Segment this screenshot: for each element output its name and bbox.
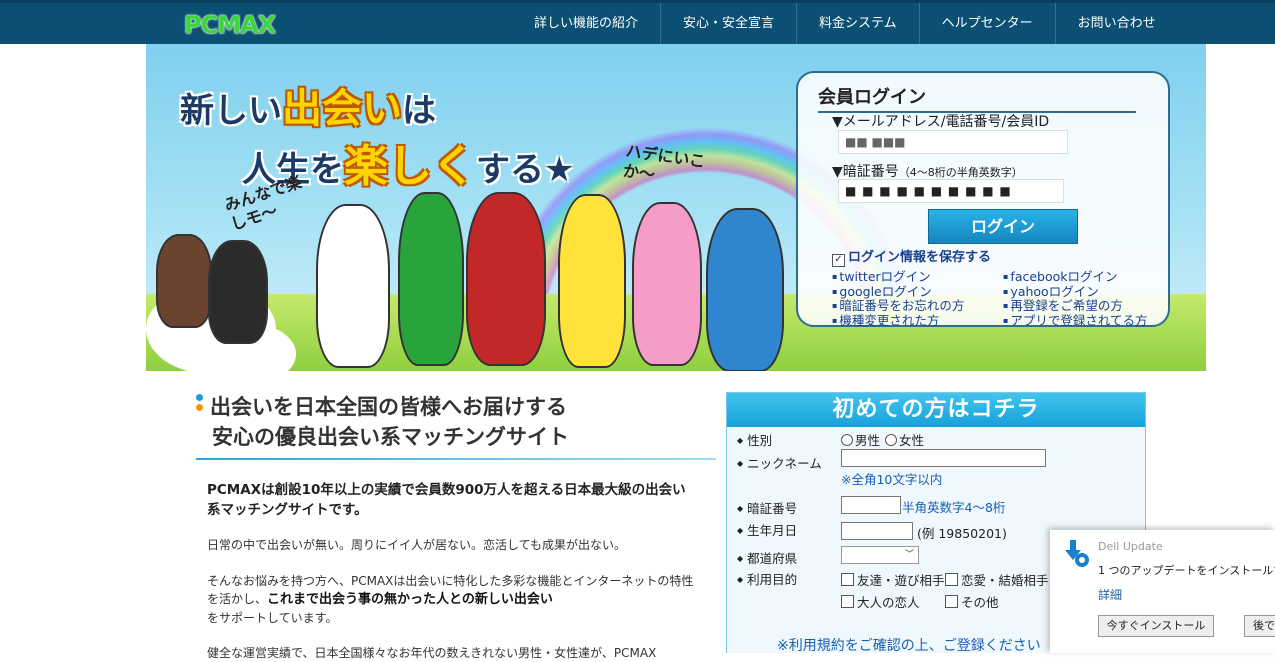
checkbox-icon[interactable] <box>841 573 854 586</box>
site-logo[interactable]: PCMAX <box>184 11 276 39</box>
login-pin-label: ▼暗証番号（4〜8桁の半角英数字） <box>832 161 1023 181</box>
sheep-mascot <box>706 208 784 371</box>
pig-mascot <box>632 202 702 366</box>
remember-login-checkbox[interactable]: ✓ ログイン情報を保存する <box>832 246 991 267</box>
option-label: その他 <box>961 595 999 610</box>
intro-lead: PCMAXは創設10年以上の実績で会員数900万人を超える日本最大級の出会い系マ… <box>207 482 686 518</box>
nav-contact[interactable]: お問い合わせ <box>1054 3 1178 44</box>
nav-features[interactable]: 詳しい機能の紹介 <box>512 3 660 44</box>
birthday-label: 生年月日 <box>737 520 797 539</box>
remember-label: ログイン情報を保存する <box>848 250 992 265</box>
login-id-input[interactable]: ■■ ■■■ <box>838 130 1068 154</box>
section-divider <box>196 458 716 460</box>
nav-help-center[interactable]: ヘルプセンター <box>918 3 1055 44</box>
pin-label-hint: （4〜8桁の半角英数字） <box>898 166 1023 179</box>
headline-highlight: 楽しく <box>344 141 476 192</box>
black-bear-mascot <box>208 240 268 344</box>
intro-title: 出会いを日本全国の皆様へお届けする 安心の優良出会い系マッチングサイト <box>210 392 569 452</box>
brown-bear-mascot <box>156 234 212 328</box>
headline-highlight: 出会い <box>282 86 402 132</box>
checkbox-icon[interactable] <box>945 595 958 608</box>
login-id-label: ▼メールアドレス/電話番号/会員ID <box>832 114 1050 130</box>
device-change-link[interactable]: 機種変更された方 <box>832 310 939 329</box>
headline-text: は <box>402 91 436 131</box>
cow-mascot <box>316 204 390 368</box>
headline-text: する★ <box>476 150 575 190</box>
pin-input[interactable] <box>841 496 901 514</box>
purpose-marriage-checkbox[interactable]: 恋愛・結婚相手 <box>945 570 1049 589</box>
checkbox-icon[interactable] <box>945 573 958 586</box>
later-button[interactable]: 後で <box>1244 615 1275 637</box>
update-notification: Dell Update 1 つのアップデートをインストールする準備 詳細 今すぐ… <box>1050 530 1275 653</box>
nickname-input[interactable] <box>841 449 1046 467</box>
purpose-adult-checkbox[interactable]: 大人の恋人 <box>841 592 920 611</box>
option-label: 友達・遊び相手 <box>857 573 945 588</box>
birthday-input[interactable] <box>841 522 913 540</box>
purpose-other-checkbox[interactable]: その他 <box>945 592 999 611</box>
chick-mascot <box>558 194 626 368</box>
radio-icon[interactable] <box>841 434 853 446</box>
update-icon <box>1065 540 1089 567</box>
terms-link[interactable]: ※利用規約をご確認の上、ご登録ください <box>777 635 1041 653</box>
gender-male-radio[interactable]: 男性 <box>841 430 880 449</box>
girl-mascot <box>466 192 546 366</box>
intro-paragraph-1: 日常の中で出会いが無い。周りにイイ人が居ない。恋活しても成果が出ない。 <box>207 538 627 552</box>
nickname-label: ニックネーム <box>737 453 822 472</box>
nav-safety[interactable]: 安心・安全宣言 <box>660 3 796 44</box>
kappa-mascot <box>398 192 464 366</box>
purpose-label: 利用目的 <box>737 569 797 588</box>
pin-label-text: ▼暗証番号 <box>832 164 899 180</box>
purpose-friends-checkbox[interactable]: 友達・遊び相手 <box>841 570 945 589</box>
notification-body: 1 つのアップデートをインストールする準備 <box>1098 564 1275 577</box>
registration-title: 初めての方はコチラ <box>727 393 1145 427</box>
headline-text: 新しい <box>180 91 282 131</box>
option-label: 大人の恋人 <box>857 595 920 610</box>
intro-title-line1: 出会いを日本全国の皆様へお届けする <box>210 395 567 419</box>
chevron-down-icon: ﹀ <box>904 550 914 560</box>
female-label: 女性 <box>899 433 925 448</box>
login-pin-input[interactable]: ■ ■ ■ ■ ■ ■ ■ ■ ■ ■ <box>838 179 1064 203</box>
intro-title-line2: 安心の優良出会い系マッチングサイト <box>212 425 569 449</box>
nav-pricing[interactable]: 料金システム <box>796 3 919 44</box>
notification-details-link[interactable]: 詳細 <box>1098 586 1122 603</box>
notification-title: Dell Update <box>1098 540 1163 553</box>
login-button[interactable]: ログイン <box>928 209 1078 244</box>
male-label: 男性 <box>855 433 881 448</box>
intro-paragraph-3: 健全な運営実績で、日本全国様々なお年代の数えきれない男性・女性達が、PCMAX <box>207 646 657 660</box>
pin-label: 暗証番号 <box>737 498 797 517</box>
nickname-hint: ※全角10文字以内 <box>841 472 943 487</box>
login-title: 会員ログイン <box>818 83 1136 113</box>
checkbox-icon[interactable] <box>841 595 854 608</box>
prefecture-label: 都道府県 <box>737 548 797 567</box>
site-header: PCMAX 詳しい機能の紹介 安心・安全宣言 料金システム ヘルプセンター お問… <box>0 0 1275 44</box>
title-dots-icon <box>196 394 204 414</box>
option-label: 恋愛・結婚相手 <box>961 573 1049 588</box>
main-nav: 詳しい機能の紹介 安心・安全宣言 料金システム ヘルプセンター お問い合わせ <box>512 3 1178 44</box>
paragraph-text: をサポートしています。 <box>207 611 338 625</box>
install-now-button[interactable]: 今すぐインストール <box>1098 615 1214 637</box>
intro-paragraph-2: そんなお悩みを持つ方へ、PCMAXは出会いに特化した多彩な機能とインターネットの… <box>207 572 697 627</box>
hero-headline-line1: 新しい出会いは <box>180 76 436 134</box>
prefecture-select[interactable]: ﹀ <box>841 546 919 564</box>
birthday-hint: (例 19850201) <box>917 526 1007 541</box>
member-login-panel: 会員ログイン ▼メールアドレス/電話番号/会員ID ■■ ■■■ ▼暗証番号（4… <box>796 71 1170 329</box>
paragraph-emphasis: これまで出会う事の無かった人との新しい出会い <box>267 592 553 607</box>
gender-female-radio[interactable]: 女性 <box>885 430 924 449</box>
app-registered-link[interactable]: アプリで登録されてる方 <box>1003 310 1147 329</box>
radio-icon[interactable] <box>885 434 897 446</box>
gender-label: 性別 <box>737 430 772 449</box>
pin-hint: 半角英数字4〜8桁 <box>902 500 1006 515</box>
